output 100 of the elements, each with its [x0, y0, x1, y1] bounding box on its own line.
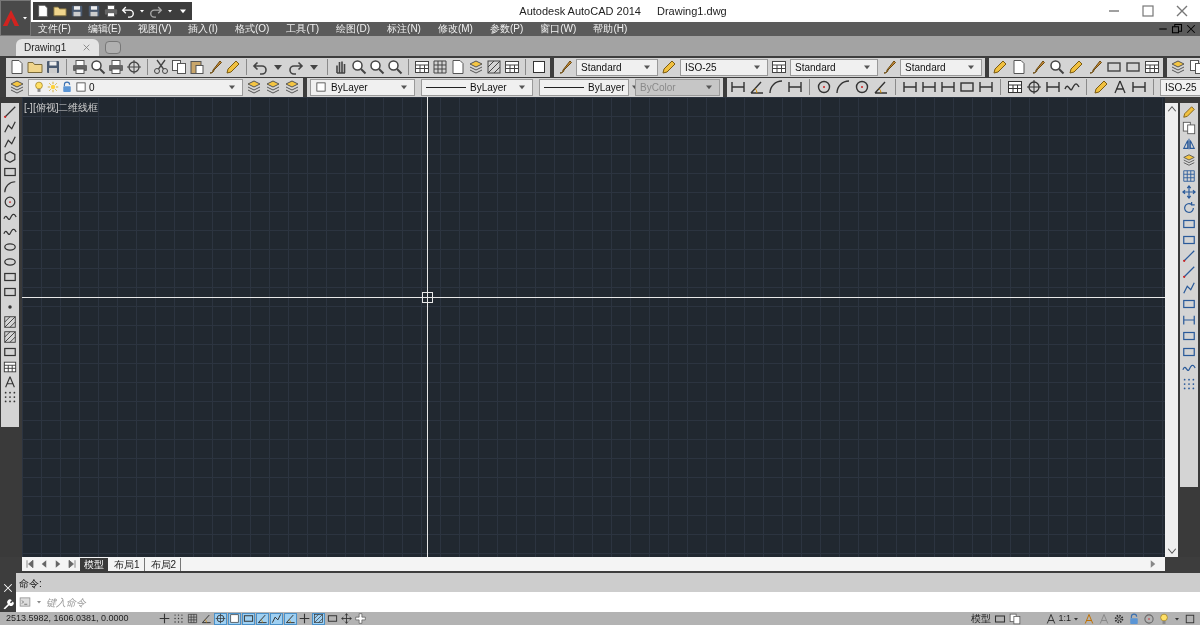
pencil-icon[interactable]: [1068, 59, 1084, 75]
layer-dropdown[interactable]: 0: [28, 78, 243, 96]
menu-item[interactable]: 标注(N): [387, 22, 421, 36]
viewport-label[interactable]: [-][俯视]二维线框: [24, 100, 99, 115]
layers-icon[interactable]: [1182, 153, 1196, 167]
menu-item[interactable]: 格式(O): [234, 22, 270, 36]
menu-item[interactable]: 视图(V): [138, 22, 172, 36]
maximize-icon[interactable]: [1184, 612, 1196, 625]
rectangle-icon[interactable]: [959, 79, 975, 95]
menu-item[interactable]: 编辑(E): [87, 22, 122, 36]
dimension-style-dropdown[interactable]: ISO-25: [680, 58, 768, 76]
hatch-icon[interactable]: [486, 59, 502, 75]
status-toggle[interactable]: [326, 612, 339, 625]
pencil-icon[interactable]: [225, 59, 241, 75]
dimension-icon[interactable]: [978, 79, 994, 95]
rectangle-icon[interactable]: [3, 345, 17, 359]
drawing-canvas[interactable]: [-][俯视]二维线框: [22, 97, 1165, 557]
rotate-icon[interactable]: [1182, 201, 1196, 215]
status-toggle[interactable]: [298, 612, 311, 625]
circle-icon[interactable]: [3, 195, 17, 209]
status-toggle[interactable]: [200, 612, 213, 625]
line-icon[interactable]: [3, 105, 17, 119]
status-toggle[interactable]: [270, 612, 283, 625]
page-icon[interactable]: [450, 59, 466, 75]
rectangle-icon[interactable]: [1182, 345, 1196, 359]
bulb-icon[interactable]: [33, 81, 45, 93]
brush-icon[interactable]: [1030, 59, 1046, 75]
polyline-icon[interactable]: [3, 135, 17, 149]
status-toggle[interactable]: [284, 612, 297, 625]
bulb-icon[interactable]: [1158, 612, 1170, 625]
magnifier-icon[interactable]: [387, 59, 403, 75]
page-icon[interactable]: [1011, 59, 1027, 75]
status-toggle[interactable]: [312, 612, 325, 625]
status-toggle[interactable]: [158, 612, 171, 625]
menu-item[interactable]: 修改(M): [437, 22, 473, 36]
floppy-icon[interactable]: [45, 59, 61, 75]
dimension-icon[interactable]: [902, 79, 918, 95]
rectangle-icon[interactable]: [3, 270, 17, 284]
folder-icon[interactable]: [53, 4, 67, 18]
target-icon[interactable]: [1026, 79, 1042, 95]
layers-icon[interactable]: [1170, 59, 1186, 75]
grid-icon[interactable]: [432, 59, 448, 75]
move-icon[interactable]: [1182, 185, 1196, 199]
magnifier-icon[interactable]: [90, 59, 106, 75]
line-icon[interactable]: [1182, 249, 1196, 263]
status-toggle[interactable]: [242, 612, 255, 625]
floppy-icon[interactable]: [70, 4, 84, 18]
annotation-scale[interactable]: 1:1: [1045, 611, 1080, 625]
dimension-icon[interactable]: [1045, 79, 1061, 95]
page-icon[interactable]: [9, 59, 25, 75]
dimension-icon[interactable]: [921, 79, 937, 95]
text-style-dropdown[interactable]: Standard: [576, 58, 658, 76]
layers-icon[interactable]: [284, 79, 300, 95]
last-arrow-icon[interactable]: [66, 558, 78, 570]
menu-item[interactable]: 参数(P): [489, 22, 524, 36]
gear-icon[interactable]: [1113, 612, 1125, 625]
grid-icon[interactable]: [1182, 169, 1196, 183]
target-icon[interactable]: [126, 59, 142, 75]
rectangle-icon[interactable]: [1182, 297, 1196, 311]
hatch-icon[interactable]: [3, 330, 17, 344]
magnifier-icon[interactable]: [1049, 59, 1065, 75]
table-icon[interactable]: [504, 59, 520, 75]
circle-icon[interactable]: [854, 79, 870, 95]
polyline-icon[interactable]: [1182, 281, 1196, 295]
layers-icon[interactable]: [9, 79, 25, 95]
document-tab[interactable]: Drawing1: [16, 39, 100, 56]
menu-item[interactable]: 文件(F): [38, 22, 71, 36]
layers-icon[interactable]: [265, 79, 281, 95]
table-icon[interactable]: [1007, 79, 1023, 95]
hexagon-icon[interactable]: [3, 150, 17, 164]
line-icon[interactable]: [1182, 265, 1196, 279]
rectangle-icon[interactable]: [994, 612, 1007, 625]
ellipse-icon[interactable]: [3, 255, 17, 269]
status-toggle[interactable]: [186, 612, 199, 625]
layers-icon[interactable]: [468, 59, 484, 75]
clipboard-icon[interactable]: [189, 59, 205, 75]
status-toggle[interactable]: [354, 612, 367, 625]
layout-tab[interactable]: 模型: [80, 557, 108, 571]
vertical-scrollbar[interactable]: [1165, 103, 1178, 557]
linetype-dropdown[interactable]: ByLayer: [421, 78, 533, 96]
rectangle-icon[interactable]: [3, 165, 17, 179]
circle-icon[interactable]: [816, 79, 832, 95]
dot-grid-icon[interactable]: [1182, 377, 1196, 391]
multileader-style-dropdown[interactable]: Standard: [900, 58, 982, 76]
magnifier-icon[interactable]: [369, 59, 385, 75]
folder-icon[interactable]: [27, 59, 43, 75]
dot-grid-icon[interactable]: [3, 390, 17, 404]
hatch-icon[interactable]: [3, 315, 17, 329]
magnifier-icon[interactable]: [351, 59, 367, 75]
redo-icon[interactable]: [288, 59, 304, 75]
polyline-icon[interactable]: [3, 120, 17, 134]
angle-icon[interactable]: [749, 79, 765, 95]
dimension-icon[interactable]: [730, 79, 746, 95]
table-icon[interactable]: [3, 360, 17, 374]
color-dropdown[interactable]: ByLayer: [310, 78, 415, 96]
dimension-icon[interactable]: [940, 79, 956, 95]
rectangle-icon[interactable]: [3, 285, 17, 299]
status-toggle[interactable]: [172, 612, 185, 625]
arc-icon[interactable]: [768, 79, 784, 95]
menu-item[interactable]: 工具(T): [286, 22, 320, 36]
